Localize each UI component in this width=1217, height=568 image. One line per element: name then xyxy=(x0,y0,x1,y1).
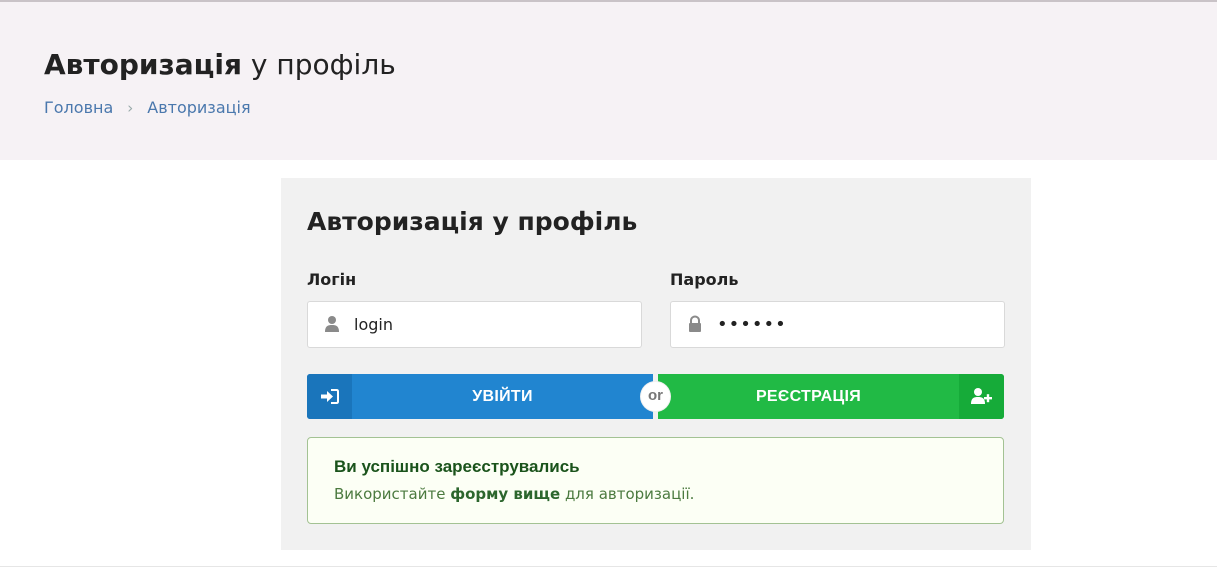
lock-icon xyxy=(687,315,703,333)
card-title-bold: Авторизація xyxy=(307,207,484,236)
form-above-link[interactable]: форму вище xyxy=(450,485,560,503)
register-button[interactable]: РЕЄСТРАЦІЯ xyxy=(658,374,1004,419)
password-input[interactable] xyxy=(717,302,997,347)
user-icon xyxy=(324,315,340,333)
login-card: Авторизація у профіль Логін Пароль login… xyxy=(281,178,1031,550)
card-title-rest: у профіль xyxy=(483,207,638,236)
sign-in-icon xyxy=(307,374,352,419)
password-label: Пароль xyxy=(670,270,739,289)
success-message-text: Використайте форму вище для авторизації. xyxy=(334,485,694,503)
success-text-before: Використайте xyxy=(334,485,451,503)
register-button-label: РЕЄСТРАЦІЯ xyxy=(755,388,862,405)
success-message: Ви успішно зареєструвались Використайте … xyxy=(307,437,1004,524)
bottom-divider xyxy=(0,566,1217,567)
page-title-rest: у профіль xyxy=(242,48,396,81)
page-header: Авторизація у профіль Головна › Авториза… xyxy=(0,2,1217,160)
password-field xyxy=(670,301,1005,348)
success-message-title: Ви успішно зареєструвались xyxy=(334,457,580,476)
or-divider: or xyxy=(640,381,671,412)
breadcrumb-separator: › xyxy=(127,98,134,117)
page-title-bold: Авторизація xyxy=(44,48,243,81)
login-button-label: УВІЙТИ xyxy=(472,388,533,405)
success-text-after: для авторизації. xyxy=(560,485,695,503)
add-user-icon xyxy=(959,374,1004,419)
breadcrumb-current-link[interactable]: Авторизація xyxy=(147,98,250,117)
login-button[interactable]: УВІЙТИ xyxy=(307,374,653,419)
login-label: Логін xyxy=(307,270,357,289)
login-input[interactable] xyxy=(354,302,634,347)
breadcrumb: Головна › Авторизація xyxy=(44,98,251,117)
page-title: Авторизація у профіль xyxy=(44,48,396,81)
login-field xyxy=(307,301,642,348)
breadcrumb-home-link[interactable]: Головна xyxy=(44,98,113,117)
card-title: Авторизація у профіль xyxy=(307,207,637,236)
